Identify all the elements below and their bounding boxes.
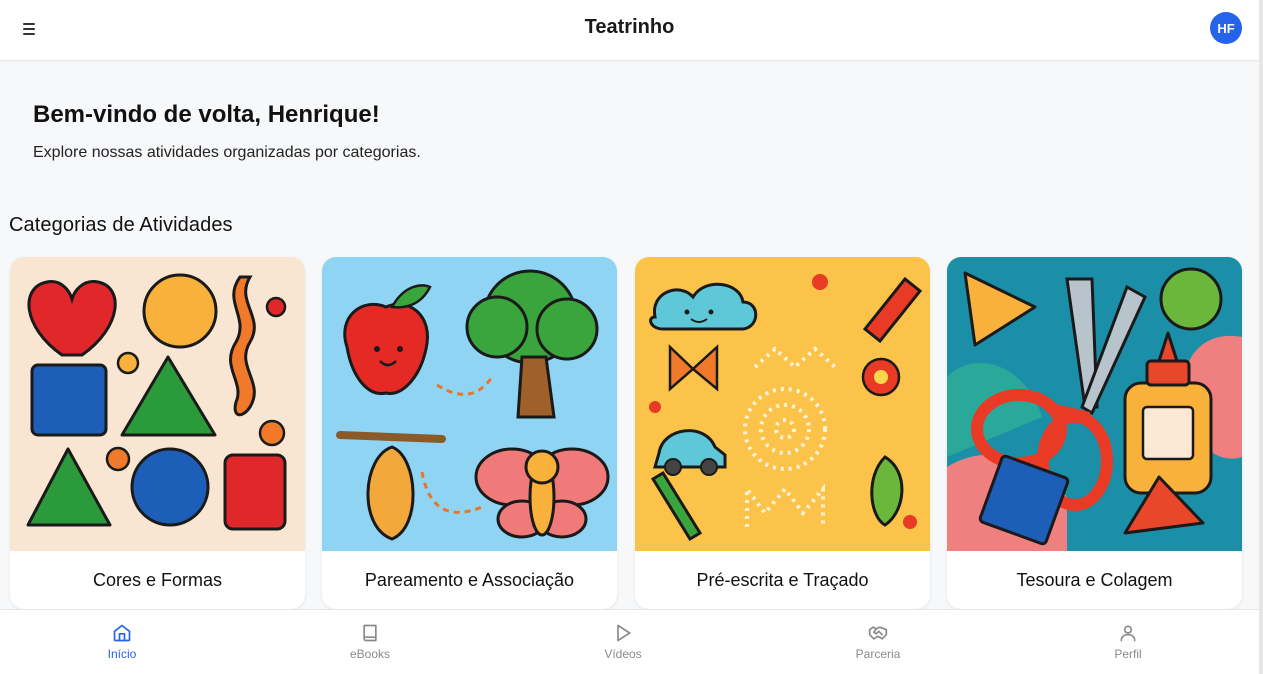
nav-label: Parceria — [855, 647, 901, 661]
play-icon — [612, 622, 634, 644]
user-icon — [1117, 622, 1139, 644]
bottom-nav: Início eBooks Vídeos Parceria Perfil — [0, 609, 1259, 674]
nav-label: Perfil — [1114, 647, 1142, 661]
category-image-shapes — [10, 257, 305, 551]
welcome-title: Bem-vindo de volta, Henrique! — [33, 101, 380, 128]
category-label: Tesoura e Colagem — [1016, 570, 1173, 590]
nav-item-ebooks[interactable]: eBooks — [295, 610, 445, 674]
category-card-tesoura-colagem[interactable]: Tesoura e Colagem — [947, 257, 1242, 609]
category-image-matching — [322, 257, 617, 551]
book-icon — [359, 622, 381, 644]
avatar[interactable]: HF — [1210, 12, 1242, 44]
nav-label: Vídeos — [604, 647, 642, 661]
nav-item-videos[interactable]: Vídeos — [548, 610, 698, 674]
categories-title: Categorias de Atividades — [9, 214, 233, 236]
category-label: Pré-escrita e Traçado — [696, 570, 869, 590]
top-bar: Teatrinho HF — [0, 0, 1259, 61]
nav-item-parceria[interactable]: Parceria — [803, 610, 953, 674]
nav-label: Início — [107, 647, 137, 661]
welcome-subtitle: Explore nossas atividades organizadas po… — [33, 144, 421, 161]
category-image-scissors — [947, 257, 1242, 551]
category-image-tracing — [635, 257, 930, 551]
home-icon — [111, 622, 133, 644]
nav-item-inicio[interactable]: Início — [47, 610, 197, 674]
app-root: Teatrinho HF Bem-vindo de volta, Henriqu… — [0, 0, 1259, 674]
scrollbar[interactable] — [1259, 0, 1263, 674]
handshake-icon — [867, 622, 889, 644]
category-label: Pareamento e Associação — [364, 570, 575, 590]
category-card-pareamento[interactable]: Pareamento e Associação — [322, 257, 617, 609]
category-card-cores-formas[interactable]: Cores e Formas — [10, 257, 305, 609]
nav-label: eBooks — [349, 647, 391, 661]
category-label: Cores e Formas — [92, 570, 223, 590]
nav-item-perfil[interactable]: Perfil — [1053, 610, 1203, 674]
category-card-pre-escrita[interactable]: Pré-escrita e Traçado — [635, 257, 930, 609]
app-title: Teatrinho — [584, 16, 675, 38]
